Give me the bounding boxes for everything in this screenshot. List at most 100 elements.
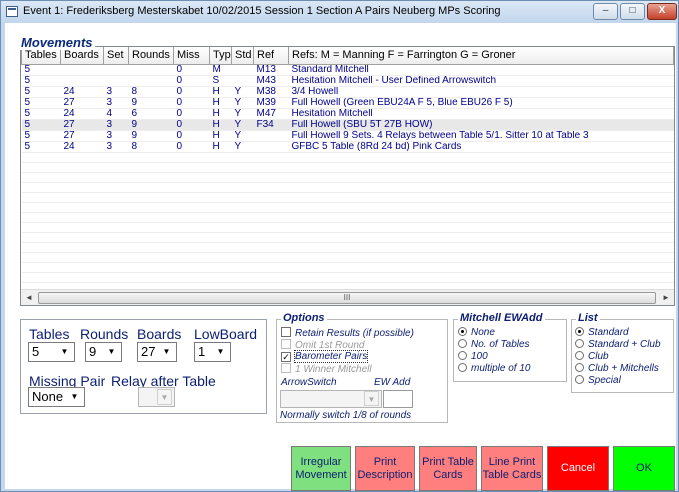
empty-cell — [173, 172, 210, 183]
table-row[interactable]: 5 27 3 9 0 H Y Full Howell 9 Sets. 4 Relays bet… — [21, 130, 674, 142]
column-header[interactable]: Miss — [173, 47, 210, 65]
ewadd-option-none[interactable]: None — [458, 327, 495, 338]
empty-cell — [253, 162, 289, 173]
winner-mitchell-label: 1 Winner Mitchell — [295, 364, 372, 375]
empty-cell — [231, 192, 254, 203]
table-cell — [253, 130, 289, 142]
column-header[interactable]: Set — [103, 47, 129, 65]
horizontal-scrollbar[interactable]: ◄ III ► — [21, 289, 674, 305]
table-row[interactable]: 5 24 3 8 0 H Y M38 3/4 Howell — [21, 86, 674, 98]
omit-first-round-checkbox[interactable]: Omit 1st Round — [281, 339, 364, 351]
chevron-down-icon[interactable]: ▼ — [213, 344, 228, 360]
boards-value: 27 — [141, 344, 156, 359]
table-row[interactable]: 5 27 3 9 0 H Y F34 Full Howell (SBU 5T 27B HOW) — [21, 119, 674, 131]
empty-cell — [173, 182, 210, 193]
empty-cell — [21, 242, 61, 253]
empty-cell — [60, 232, 104, 243]
empty-row — [21, 242, 674, 253]
column-header[interactable]: Ref — [253, 47, 289, 65]
empty-cell — [253, 152, 289, 163]
print-table-cards-button[interactable]: Print Table Cards — [419, 446, 477, 491]
empty-row — [21, 162, 674, 173]
list-option-special[interactable]: Special — [575, 375, 621, 386]
missing-pair-select[interactable]: None ▼ — [28, 387, 85, 407]
irregular-movement-button[interactable]: Irregular Movement — [291, 446, 351, 491]
ewadd-option-label: No. of Tables — [471, 339, 530, 350]
empty-cell — [21, 192, 61, 203]
line-print-table-cards-button[interactable]: Line Print Table Cards — [481, 446, 543, 491]
close-button[interactable]: X — [647, 3, 677, 20]
empty-cell — [231, 232, 254, 243]
ewadd-option-multiple[interactable]: multiple of 10 — [458, 363, 530, 374]
lowboard-select[interactable]: 1 ▼ — [194, 342, 231, 362]
chevron-down-icon[interactable]: ▼ — [364, 391, 379, 406]
maximize-button[interactable]: □ — [620, 3, 645, 20]
empty-cell — [103, 152, 129, 163]
empty-cell — [103, 202, 129, 213]
column-header[interactable]: Refs: M = Manning F = Farrington G = Gro… — [288, 47, 674, 65]
empty-cell — [103, 172, 129, 183]
ewadd-option-100[interactable]: 100 — [458, 351, 488, 362]
title-bar[interactable]: Event 1: Frederiksberg Mesterskabet 10/0… — [1, 1, 678, 23]
column-header[interactable]: Std — [231, 47, 254, 65]
list-option-club-mitchells[interactable]: Club + Mitchells — [575, 363, 659, 374]
table-cell: 3 — [103, 119, 129, 131]
ew-add-input[interactable] — [383, 390, 413, 408]
radio-icon — [575, 351, 584, 360]
rounds-label: Rounds — [80, 326, 129, 342]
table-row[interactable]: 5 0 M M13 Standard Mitchell — [21, 64, 674, 76]
list-option-standard[interactable]: Standard — [575, 327, 629, 338]
movements-grid[interactable]: Tables Boards Set Rounds Miss Typ Std Re… — [20, 46, 675, 306]
table-cell: Y — [231, 119, 254, 131]
column-header[interactable]: Typ — [209, 47, 232, 65]
empty-cell — [60, 172, 104, 183]
tables-select[interactable]: 5 ▼ — [28, 342, 75, 362]
cancel-button[interactable]: Cancel — [547, 446, 609, 491]
column-header[interactable]: Rounds — [128, 47, 174, 65]
ok-button[interactable]: OK — [613, 446, 675, 491]
checkbox-icon — [281, 363, 291, 373]
scroll-thumb[interactable]: III — [38, 292, 656, 304]
empty-cell — [253, 252, 289, 263]
table-cell: 3 — [103, 130, 129, 142]
chevron-down-icon[interactable]: ▼ — [57, 344, 72, 360]
empty-cell — [60, 272, 104, 283]
chevron-down-icon[interactable]: ▼ — [104, 344, 119, 360]
scroll-right-icon[interactable]: ► — [658, 290, 674, 306]
scroll-left-icon[interactable]: ◄ — [21, 290, 37, 306]
ewadd-option-tables[interactable]: No. of Tables — [458, 339, 530, 350]
table-row[interactable]: 5 24 4 6 0 H Y M47 Hesitation Mitchell — [21, 108, 674, 120]
retain-results-checkbox[interactable]: Retain Results (if possible) — [281, 327, 414, 339]
empty-cell — [253, 262, 289, 273]
empty-cell — [128, 252, 174, 263]
radio-icon — [458, 363, 467, 372]
table-cell: 24 — [60, 141, 104, 153]
list-option-label: Standard — [588, 327, 629, 338]
chevron-down-icon[interactable]: ▼ — [67, 389, 82, 405]
empty-cell — [288, 252, 674, 263]
settings-panel: Tables Rounds Boards LowBoard 5 ▼ 9 ▼ 27… — [20, 319, 267, 414]
winner-mitchell-checkbox[interactable]: 1 Winner Mitchell — [281, 363, 372, 375]
list-option-standard-club[interactable]: Standard + Club — [575, 339, 661, 350]
table-cell — [103, 64, 129, 76]
window-title: Event 1: Frederiksberg Mesterskabet 10/0… — [23, 5, 501, 17]
arrowswitch-select[interactable]: ▼ — [280, 390, 382, 408]
minimize-button[interactable]: – — [593, 3, 618, 20]
boards-select[interactable]: 27 ▼ — [137, 342, 177, 362]
barometer-pairs-checkbox[interactable]: ✓ Barometer Pairs — [281, 350, 369, 363]
print-description-button[interactable]: Print Description — [355, 446, 415, 491]
rounds-select[interactable]: 9 ▼ — [85, 342, 122, 362]
table-row[interactable]: 5 0 S M43 Hesitation Mitchell - User Defined… — [21, 75, 674, 87]
chevron-down-icon[interactable]: ▼ — [159, 344, 174, 360]
chevron-down-icon[interactable]: ▼ — [157, 389, 172, 405]
empty-cell — [60, 182, 104, 193]
list-option-club[interactable]: Club — [575, 351, 609, 362]
radio-icon — [575, 375, 584, 384]
empty-cell — [21, 252, 61, 263]
empty-cell — [231, 152, 254, 163]
relay-select[interactable]: ▼ — [138, 387, 175, 407]
table-row[interactable]: 5 27 3 9 0 H Y M39 Full Howell (Green EBU24A F 5… — [21, 97, 674, 109]
empty-cell — [209, 202, 232, 213]
table-row[interactable]: 5 24 3 8 0 H Y GFBC 5 Table (8Rd 24 bd) Pink Ca… — [21, 141, 674, 153]
ew-add-label: EW Add — [374, 377, 411, 388]
